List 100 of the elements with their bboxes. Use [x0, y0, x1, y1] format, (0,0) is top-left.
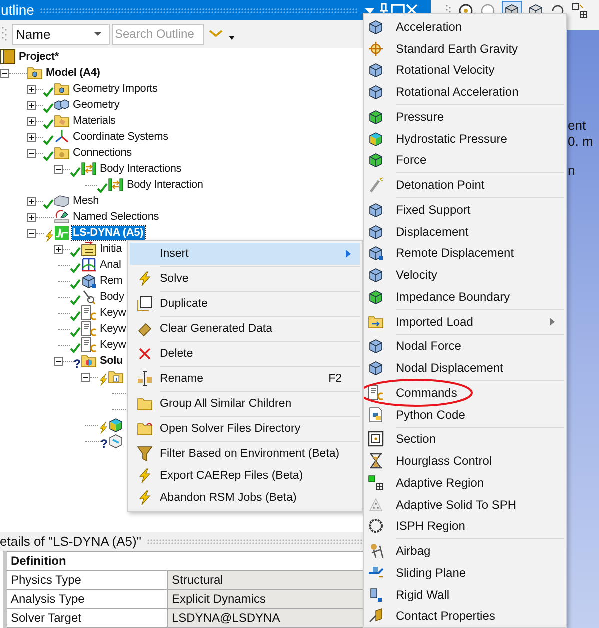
menu-item[interactable]: Solve: [130, 268, 360, 290]
contact-icon: [368, 608, 384, 624]
tree-item[interactable]: Keyw: [99, 306, 128, 320]
tree-item[interactable]: Body: [99, 290, 126, 304]
menu-item[interactable]: Detonation Point: [366, 174, 564, 196]
ring-icon: [368, 518, 384, 534]
lightning-icon: [137, 490, 153, 506]
tree-item[interactable]: Mesh: [72, 194, 100, 208]
collapse-icon[interactable]: [54, 356, 63, 366]
menu-item[interactable]: Filter Based on Environment (Beta): [130, 443, 360, 465]
tree-item[interactable]: Body Interactions: [99, 162, 183, 176]
tree-item[interactable]: Model (A4): [45, 66, 102, 80]
probe-icon: [81, 289, 97, 305]
expand-icon[interactable]: [27, 84, 36, 94]
menu-item[interactable]: Insert: [130, 243, 360, 265]
viewport-text: 0. m: [568, 134, 594, 150]
menu-item[interactable]: Acceleration: [366, 16, 564, 38]
collapse-icon[interactable]: [27, 148, 36, 158]
tree-item[interactable]: Keyw: [99, 338, 128, 352]
menu-item[interactable]: Imported Load: [366, 310, 564, 332]
status-mark: ?: [100, 438, 108, 450]
panel-title: utline: [0, 2, 34, 18]
menu-item[interactable]: Clear Generated Data: [130, 318, 360, 340]
tree-item[interactable]: Body Interaction: [126, 178, 204, 192]
wall-icon: [368, 586, 384, 603]
grip-icon: [1, 25, 8, 43]
tree-item[interactable]: LS-DYNA (A5): [72, 226, 145, 240]
menu-item[interactable]: Velocity: [366, 264, 564, 286]
expand-icon[interactable]: [27, 116, 36, 126]
lightning-icon: [137, 271, 153, 287]
menu-item[interactable]: Group All Similar Children: [130, 393, 360, 415]
collapse-icon[interactable]: [27, 228, 36, 238]
caret-icon[interactable]: [228, 35, 236, 41]
menu-item[interactable]: Rotational Acceleration: [366, 81, 564, 103]
axes-icon: [54, 129, 70, 145]
menu-item[interactable]: Hydrostatic Pressure: [366, 128, 564, 150]
menu-item[interactable]: Rename F2: [130, 368, 360, 390]
tree-item[interactable]: Initia: [99, 242, 124, 256]
menu-item[interactable]: Nodal Displacement: [366, 357, 564, 379]
menu-item[interactable]: Impedance Boundary: [366, 286, 564, 308]
tree-item[interactable]: Geometry: [72, 98, 121, 112]
menu-item[interactable]: Fixed Support: [366, 199, 564, 221]
menu-item[interactable]: Displacement: [366, 220, 564, 242]
menu-item[interactable]: Standard Earth Gravity: [366, 38, 564, 60]
folder-icon: [137, 421, 153, 437]
funnel-icon: [137, 446, 153, 462]
folder-icon: [368, 314, 384, 330]
menu-item[interactable]: Delete: [130, 343, 360, 365]
menu-item[interactable]: Open Solver Files Directory: [130, 418, 360, 440]
menu-item[interactable]: ISPH Region: [366, 516, 564, 538]
menu-item[interactable]: Rotational Velocity: [366, 60, 564, 82]
menu-item[interactable]: Force: [366, 150, 564, 172]
selection-icon: [54, 209, 70, 225]
menu-item[interactable]: Commands: [366, 382, 564, 404]
tree-item[interactable]: Coordinate Systems: [72, 130, 170, 144]
target-icon: [368, 40, 384, 57]
menu-item[interactable]: Adaptive Solid To SPH: [366, 494, 564, 516]
tree-item[interactable]: Geometry Imports: [72, 82, 159, 96]
menu-item[interactable]: Hourglass Control: [366, 450, 564, 472]
menu-item[interactable]: Pressure: [366, 106, 564, 128]
menu-item[interactable]: Python Code: [366, 404, 564, 426]
expand-icon[interactable]: [27, 100, 36, 110]
tree-item[interactable]: Solu: [99, 354, 124, 368]
expand-icon[interactable]: [54, 244, 63, 254]
document-icon: [81, 305, 97, 321]
collapse-icon[interactable]: [0, 68, 9, 78]
menu-item[interactable]: Export CAERep Files (Beta): [130, 465, 360, 487]
menu-item[interactable]: Remote Displacement: [366, 242, 564, 264]
folder-icon: [81, 353, 97, 369]
menu-item[interactable]: Nodal Force: [366, 336, 564, 358]
chart-icon: [54, 225, 70, 241]
grid-icon: [368, 474, 384, 491]
tree-item[interactable]: Keyw: [99, 322, 128, 336]
panel-title: etails of "LS-DYNA (A5)": [0, 534, 142, 549]
tree-item[interactable]: Materials: [72, 114, 117, 128]
collapse-icon[interactable]: [54, 164, 63, 174]
expand-icon[interactable]: [27, 212, 36, 222]
folder-icon: [54, 81, 70, 97]
tree-item[interactable]: Named Selections: [72, 210, 160, 224]
tree-item[interactable]: Connections: [72, 146, 133, 160]
interaction-icon: [81, 161, 97, 177]
folder-icon: [54, 113, 70, 129]
expand-icon[interactable]: [27, 132, 36, 142]
menu-item[interactable]: Abandon RSM Jobs (Beta): [130, 487, 360, 509]
folder-icon: [137, 396, 153, 412]
tree-item[interactable]: Anal: [99, 258, 122, 272]
menu-item[interactable]: Section: [366, 428, 564, 450]
search-field[interactable]: Search Outline: [112, 24, 204, 44]
expand-icon[interactable]: [27, 196, 36, 206]
caret-icon: [93, 30, 103, 38]
filter-dropdown[interactable]: Name: [12, 24, 110, 44]
sign-icon: [81, 241, 97, 257]
viewport-text: n: [568, 163, 576, 179]
layout-icon[interactable]: [572, 3, 588, 19]
menu-item[interactable]: Duplicate: [130, 293, 360, 315]
collapse-icon[interactable]: [81, 372, 90, 382]
tree-item[interactable]: Rem: [99, 274, 124, 288]
tree-item[interactable]: Project*: [18, 50, 60, 64]
eraser-icon: [137, 321, 153, 337]
menu-item[interactable]: Adaptive Region: [366, 472, 564, 494]
